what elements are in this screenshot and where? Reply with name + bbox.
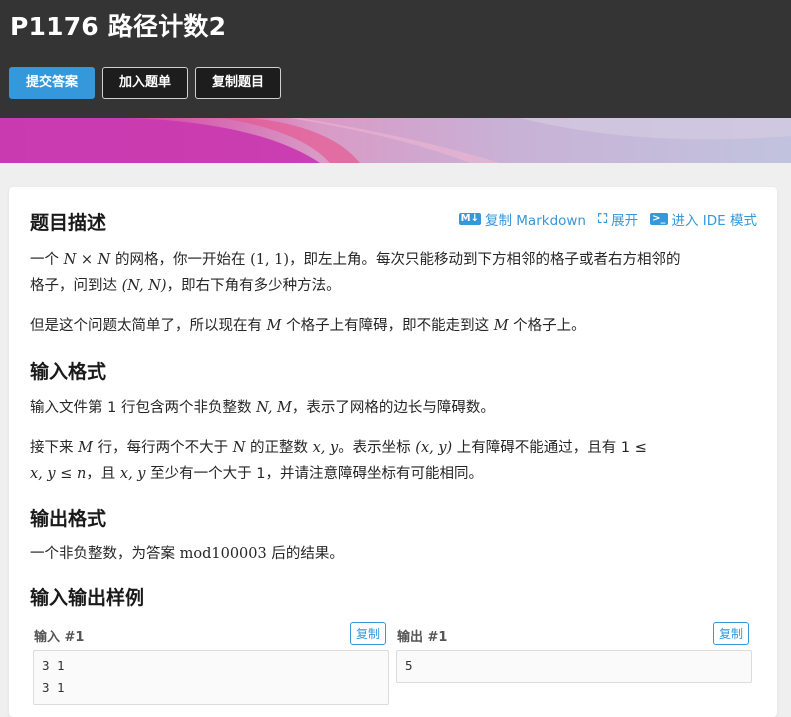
terminal-icon: >_ xyxy=(650,213,668,225)
copy-markdown-label: 复制 Markdown xyxy=(484,213,586,229)
copy-input-button[interactable]: 复制 xyxy=(350,622,387,645)
samples-heading: 输入输出样例 xyxy=(30,587,145,609)
description-text-2: 但是这个问题太简单了，所以现在有 M 个格子上有障碍，即不能走到这 M 个格子上… xyxy=(30,318,586,334)
expand-label: 展开 xyxy=(611,213,639,229)
sample-input-label: 输入 #1 xyxy=(34,630,85,645)
submit-answer-button[interactable]: 提交答案 xyxy=(9,67,95,99)
input-line-3: x, y ≤ n，且 x, y 至少有一个大于 1，并请注意障碍坐标有可能相同。 xyxy=(30,466,483,482)
markdown-icon: M↓ xyxy=(458,213,481,225)
input-format-text-2: 接下来 M 行，每行两个不大于 N 的正整数 x, y。表示坐标 (x, y) … xyxy=(30,435,760,487)
output-format-heading: 输出格式 xyxy=(30,508,107,530)
sample-output-label: 输出 #1 xyxy=(397,630,448,645)
ide-mode-link[interactable]: >_ 进入 IDE 模式 xyxy=(650,209,757,229)
input-line-2: 接下来 M 行，每行两个不大于 N 的正整数 x, y。表示坐标 (x, y) … xyxy=(30,440,647,456)
ide-mode-label: 进入 IDE 模式 xyxy=(671,213,758,229)
banner-waves xyxy=(0,118,791,163)
expand-icon: ⛶ xyxy=(598,211,608,227)
problem-card: 题目描述 M↓ 复制 Markdown ⛶ 展开 >_ 进入 IDE 模式 一个… xyxy=(9,187,777,717)
sample-output-box: 5 xyxy=(396,650,752,683)
expand-link[interactable]: ⛶ 展开 xyxy=(598,209,639,230)
add-to-list-button[interactable]: 加入题单 xyxy=(102,67,188,99)
sample-input-box: 3 1 3 1 xyxy=(33,650,389,705)
description-line-2: 格子，问到达 (N, N)，即右下角有多少种方法。 xyxy=(30,278,341,294)
toolbar: M↓ 复制 Markdown ⛶ 展开 >_ 进入 IDE 模式 xyxy=(458,209,757,230)
copy-markdown-link[interactable]: M↓ 复制 Markdown xyxy=(458,209,586,229)
copy-problem-button[interactable]: 复制题目 xyxy=(195,67,281,99)
input-format-text: 输入文件第 1 行包含两个非负整数 N, M，表示了网格的边长与障碍数。 xyxy=(30,400,495,416)
decorative-banner xyxy=(0,118,791,163)
input-format-heading: 输入格式 xyxy=(30,361,107,383)
output-format-text: 一个非负整数，为答案 mod100003 后的结果。 xyxy=(30,546,344,562)
description-heading: 题目描述 xyxy=(30,212,107,234)
header-bar: P1176 路径计数2 提交答案 加入题单 复制题目 xyxy=(0,0,791,118)
description-text: 一个 N × N 的网格，你一开始在 (1, 1)，即左上角。每次只能移动到下方… xyxy=(30,247,760,299)
page-title: P1176 路径计数2 xyxy=(10,12,227,41)
description-line-1: 一个 N × N 的网格，你一开始在 (1, 1)，即左上角。每次只能移动到下方… xyxy=(30,252,681,268)
copy-output-button[interactable]: 复制 xyxy=(713,622,750,645)
